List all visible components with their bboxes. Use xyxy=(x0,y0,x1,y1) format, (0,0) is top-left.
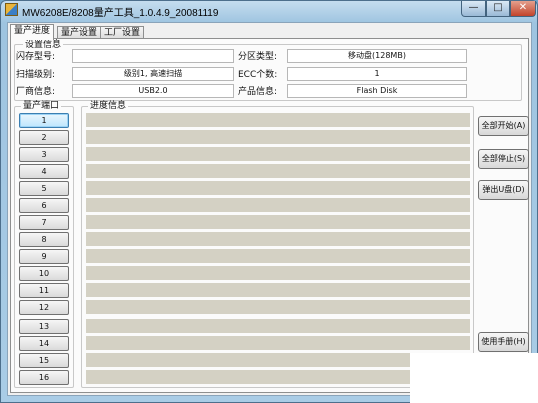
ecc-count-field: 1 xyxy=(287,67,467,81)
port-button-15[interactable]: 15 xyxy=(19,353,69,368)
port-button-3[interactable]: 3 xyxy=(19,147,69,162)
port-progress-bar-11 xyxy=(86,283,470,298)
port-progress-bar-1 xyxy=(86,113,470,128)
port-button-6[interactable]: 6 xyxy=(19,198,69,213)
minimize-button[interactable]: — xyxy=(461,1,486,17)
port-progress-bar-14 xyxy=(86,336,470,351)
port-progress-bar-7 xyxy=(86,215,470,230)
port-progress-bar-2 xyxy=(86,130,470,145)
port-button-7[interactable]: 7 xyxy=(19,215,69,230)
app-window: MW6208E/8208量产工具_1.0.4.9_20081119 — □ ✕ … xyxy=(0,0,538,403)
eject-udisk-button[interactable]: 弹出U盘(D) xyxy=(478,180,529,200)
product-info-field: Flash Disk xyxy=(287,84,467,98)
progress-info-group-label: 进度信息 xyxy=(88,101,129,111)
scan-level-label: 扫描级别: xyxy=(16,70,56,80)
port-progress-bar-13 xyxy=(86,319,470,334)
port-progress-bar-3 xyxy=(86,147,470,162)
port-button-13[interactable]: 13 xyxy=(19,319,69,334)
settings-info-group-label: 设置信息 xyxy=(23,40,64,50)
port-button-2[interactable]: 2 xyxy=(19,130,69,145)
ports-group-label: 量产端口 xyxy=(21,101,62,111)
user-manual-button[interactable]: 使用手册(H) xyxy=(478,332,529,352)
port-button-4[interactable]: 4 xyxy=(19,164,69,179)
app-icon xyxy=(5,3,18,16)
progress-tab-panel: 设置信息 闪存型号: 分区类型: 移动盘(128MB) 扫描级别: 级别1, 高… xyxy=(10,38,529,393)
scan-level-field: 级别1, 高速扫描 xyxy=(72,67,234,81)
ecc-count-label: ECC个数: xyxy=(238,70,278,80)
port-button-14[interactable]: 14 xyxy=(19,336,69,351)
port-button-10[interactable]: 10 xyxy=(19,266,69,281)
port-button-12[interactable]: 12 xyxy=(19,300,69,315)
port-progress-bar-10 xyxy=(86,266,470,281)
product-info-label: 产品信息: xyxy=(238,87,278,97)
flash-model-label: 闪存型号: xyxy=(16,52,56,62)
partition-type-label: 分区类型: xyxy=(238,52,278,62)
vendor-info-field: USB2.0 xyxy=(72,84,234,98)
flash-model-field xyxy=(72,49,234,63)
tab-production-progress[interactable]: 量产进度 xyxy=(10,24,55,40)
port-button-11[interactable]: 11 xyxy=(19,283,69,298)
port-progress-bar-8 xyxy=(86,232,470,247)
port-button-1[interactable]: 1 xyxy=(19,113,69,128)
port-progress-bar-9 xyxy=(86,249,470,264)
maximize-button[interactable]: □ xyxy=(486,1,510,17)
vendor-info-label: 厂商信息: xyxy=(16,87,56,97)
client-area: 量产进度 量产设置 工厂设置 设置信息 闪存型号: 分区类型: 移动盘(128M… xyxy=(7,22,532,396)
stop-all-button[interactable]: 全部停止(S) xyxy=(478,149,529,169)
port-progress-bar-4 xyxy=(86,164,470,179)
port-button-8[interactable]: 8 xyxy=(19,232,69,247)
partition-type-field: 移动盘(128MB) xyxy=(287,49,467,63)
title-bar[interactable]: MW6208E/8208量产工具_1.0.4.9_20081119 — □ ✕ xyxy=(1,1,537,19)
window-title: MW6208E/8208量产工具_1.0.4.9_20081119 xyxy=(22,8,219,19)
background-area xyxy=(410,353,538,403)
start-all-button[interactable]: 全部开始(A) xyxy=(478,116,529,136)
port-button-5[interactable]: 5 xyxy=(19,181,69,196)
close-button[interactable]: ✕ xyxy=(510,1,536,17)
port-button-9[interactable]: 9 xyxy=(19,249,69,264)
port-progress-bar-12 xyxy=(86,300,470,315)
port-progress-bar-5 xyxy=(86,181,470,196)
port-progress-bar-6 xyxy=(86,198,470,213)
port-button-16[interactable]: 16 xyxy=(19,370,69,385)
